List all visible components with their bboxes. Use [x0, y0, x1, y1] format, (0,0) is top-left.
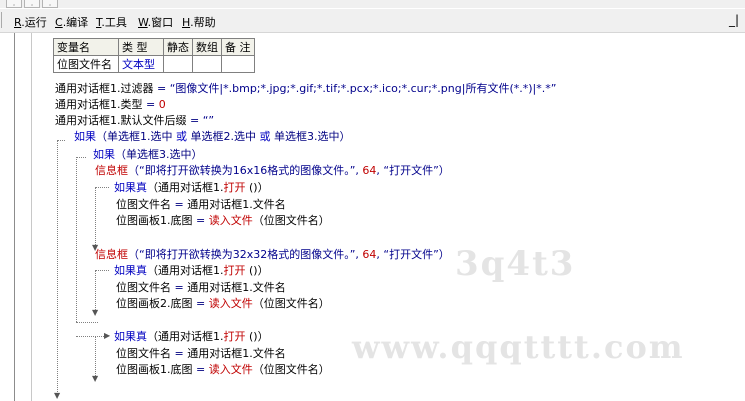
code-line[interactable]: 如果（单选框3.选中）	[93, 148, 203, 161]
code-line[interactable]: 通用对话框1.过滤器 = “图像文件|*.bmp;*.jpg;*.gif;*.t…	[55, 82, 556, 95]
block-guide-h	[76, 157, 86, 158]
block-guide-h	[76, 322, 98, 323]
block-guide-h	[76, 336, 106, 337]
block-guide-outer	[57, 140, 58, 396]
code-line[interactable]: 位图文件名 = 通用对话框1.文件名	[116, 347, 286, 360]
menu-grip	[1, 12, 6, 28]
menu-bar: R.运行 C.编译 T.工具 W.窗口 H.帮助 _|	[0, 9, 745, 33]
block-guide-iftrue1	[95, 187, 96, 249]
block-guide-h	[57, 140, 65, 141]
block-guide-h	[95, 187, 109, 188]
variable-table-header: 变量名 类 型 静态 数组 备 注	[53, 38, 255, 56]
code-line[interactable]: 位图文件名 = 通用对话框1.文件名	[116, 281, 286, 294]
arrow-down-icon: ▼	[92, 308, 99, 317]
arrow-right-icon: ▶	[104, 331, 111, 340]
arrow-down-icon: ▼	[92, 374, 99, 383]
code-line[interactable]: 如果真（通用对话框1.打开 ()）	[114, 330, 269, 343]
variable-table: 变量名 类 型 静态 数组 备 注 位图文件名 文本型	[53, 38, 255, 73]
table-row[interactable]: 位图文件名 文本型	[53, 55, 255, 73]
block-guide-if3	[76, 157, 77, 322]
header-array: 数组	[192, 38, 222, 56]
code-line[interactable]: 如果（单选框1.选中 或 单选框2.选中 或 单选框3.选中）	[74, 130, 351, 143]
menu-restore-button[interactable]: _|	[729, 13, 739, 27]
menu-window[interactable]: W.窗口	[138, 14, 173, 30]
menu-run[interactable]: R.运行	[14, 14, 47, 30]
toolbar-strip: ‸ ‸ ‸	[0, 0, 745, 8]
code-line[interactable]: 如果真（通用对话框1.打开 ()）	[114, 181, 269, 194]
code-line[interactable]: 位图画板1.底图 = 读入文件（位图文件名）	[116, 363, 330, 376]
code-line[interactable]: 通用对话框1.类型 = 0	[55, 98, 166, 111]
cell-note[interactable]	[221, 55, 255, 73]
cell-array[interactable]	[192, 55, 222, 73]
toolbar-icon-3[interactable]: ‸	[42, 0, 58, 8]
code-line[interactable]: 位图文件名 = 通用对话框1.文件名	[116, 198, 286, 211]
gutter-divider	[14, 33, 15, 401]
header-note: 备 注	[221, 38, 255, 56]
code-line[interactable]: 信息框（“即将打开欲转换为16x16格式的图像文件。”, 64, “打开文件”）	[95, 164, 450, 177]
arrow-down-icon: ▼	[54, 391, 61, 400]
watermark-logo: 3q4t3	[455, 244, 576, 284]
watermark-url: www.qqqtttt.com	[352, 328, 685, 366]
header-type: 类 型	[118, 38, 164, 56]
cell-var-name[interactable]: 位图文件名	[53, 55, 119, 73]
gutter-divider-inner	[31, 33, 32, 401]
code-line[interactable]: 通用对话框1.默认文件后缀 = “”	[55, 114, 214, 127]
header-static: 静态	[163, 38, 193, 56]
menu-compile[interactable]: C.编译	[55, 14, 88, 30]
cell-type[interactable]: 文本型	[118, 55, 164, 73]
cell-static[interactable]	[163, 55, 193, 73]
menu-tools[interactable]: T.工具	[96, 14, 127, 30]
toolbar-icon-1[interactable]: ‸	[6, 0, 22, 8]
code-line[interactable]: 信息框（“即将打开欲转换为32x32格式的图像文件。”, 64, “打开文件”）	[95, 248, 450, 261]
code-line[interactable]: 如果真（通用对话框1.打开 ()）	[114, 264, 269, 277]
header-var-name: 变量名	[53, 38, 119, 56]
block-guide-h	[95, 270, 109, 271]
menu-help[interactable]: H.帮助	[182, 14, 216, 30]
code-line[interactable]: 位图画板1.底图 = 读入文件（位图文件名）	[116, 214, 330, 227]
toolbar-icon-2[interactable]: ‸	[24, 0, 40, 8]
code-line[interactable]: 位图画板2.底图 = 读入文件（位图文件名）	[116, 297, 330, 310]
